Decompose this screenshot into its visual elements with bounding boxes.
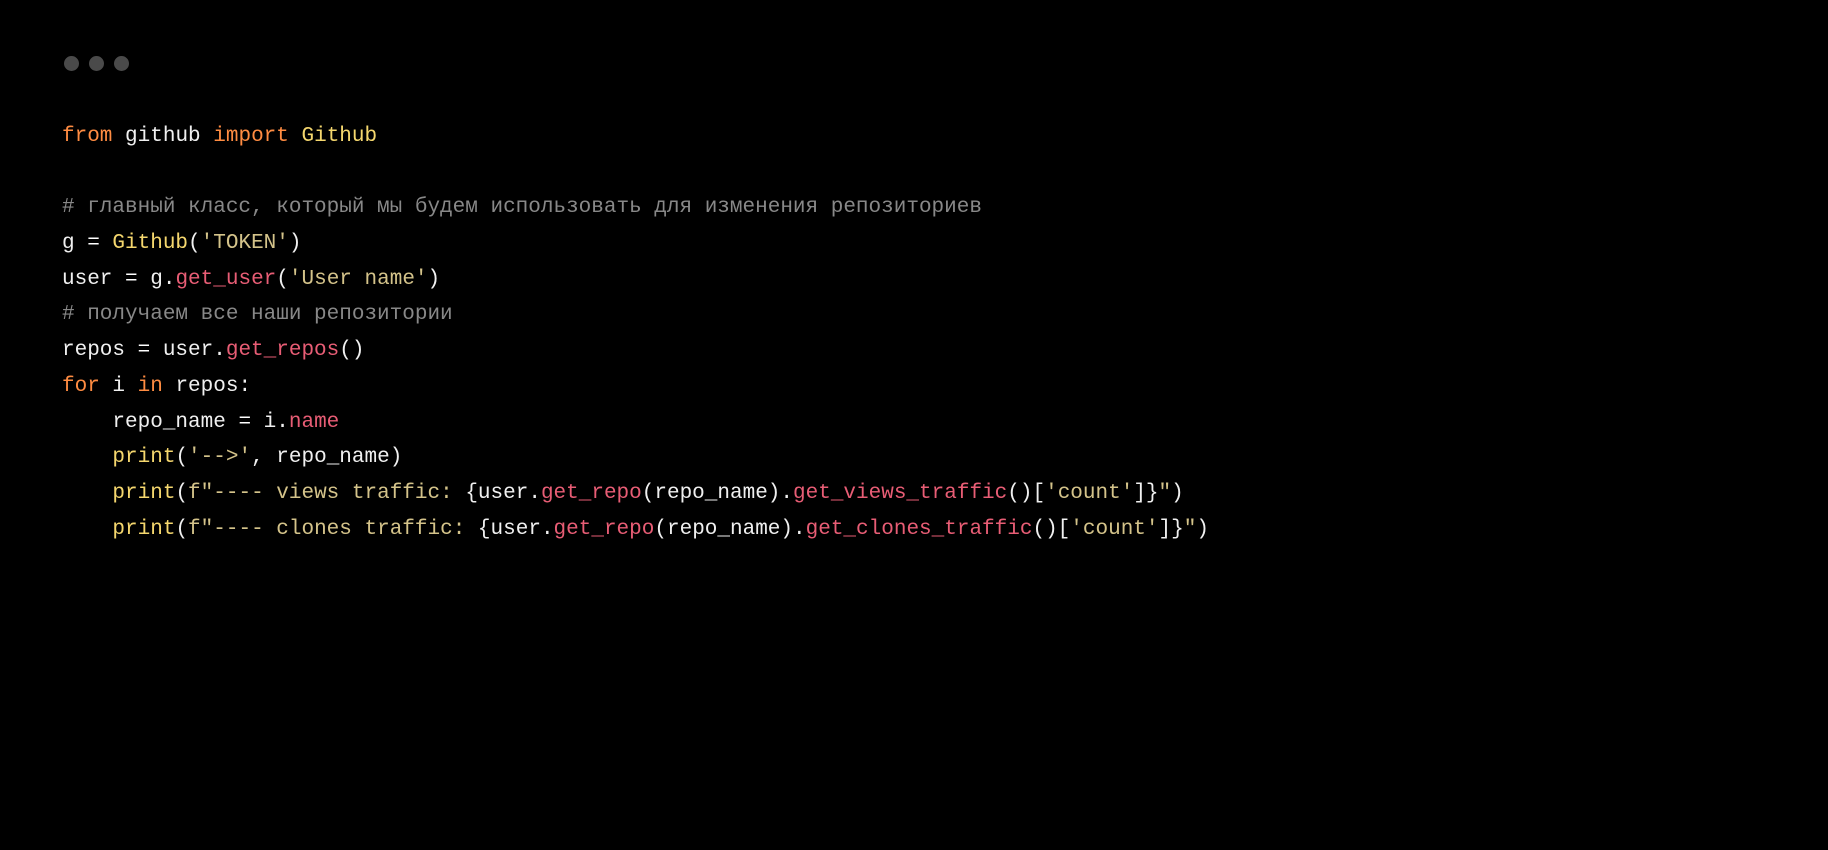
function-call: get_user (175, 268, 276, 291)
code-line: repo_name = i.name (62, 411, 339, 434)
code-line: # главный класс, который мы будем исполь… (62, 196, 982, 219)
variable: repo_name (112, 411, 225, 434)
variable: user (62, 268, 112, 291)
code-line: g = Github('TOKEN') (62, 232, 302, 255)
function-call: get_repo (554, 518, 655, 541)
class-name: Github (302, 125, 378, 148)
keyword-from: from (62, 125, 112, 148)
code-line: user = g.get_user('User name') (62, 268, 440, 291)
window-titlebar (64, 56, 1766, 71)
code-line: for i in repos: (62, 375, 251, 398)
variable: repos (62, 339, 125, 362)
blank-line (62, 161, 75, 184)
string-literal: TOKEN (213, 232, 276, 255)
class-name: Github (112, 232, 188, 255)
keyword-for: for (62, 375, 100, 398)
code-line: print(f"---- views traffic: {user.get_re… (62, 482, 1184, 505)
function-call: get_clones_traffic (806, 518, 1033, 541)
code-block: from github import Github # главный клас… (62, 119, 1766, 547)
traffic-light-maximize-icon[interactable] (114, 56, 129, 71)
traffic-light-close-icon[interactable] (64, 56, 79, 71)
code-line: from github import Github (62, 125, 377, 148)
editor-window: from github import Github # главный клас… (0, 0, 1828, 850)
string-literal: count (1058, 482, 1121, 505)
fstring-text: ---- views traffic: (213, 482, 465, 505)
code-line: print('-->', repo_name) (62, 446, 402, 469)
keyword-in: in (138, 375, 163, 398)
builtin-print: print (112, 518, 175, 541)
function-call: get_views_traffic (793, 482, 1007, 505)
string-literal: User name (302, 268, 415, 291)
traffic-light-minimize-icon[interactable] (89, 56, 104, 71)
attribute: name (289, 411, 339, 434)
keyword-import: import (213, 125, 289, 148)
builtin-print: print (112, 446, 175, 469)
builtin-print: print (112, 482, 175, 505)
variable: g (62, 232, 75, 255)
fstring-text: ---- clones traffic: (213, 518, 478, 541)
string-literal: --> (201, 446, 239, 469)
comment: # получаем все наши репозитории (62, 303, 453, 326)
comment: # главный класс, который мы будем исполь… (62, 196, 982, 219)
code-line: print(f"---- clones traffic: {user.get_r… (62, 518, 1209, 541)
module-name: github (125, 125, 201, 148)
code-line: repos = user.get_repos() (62, 339, 364, 362)
code-line: # получаем все наши репозитории (62, 303, 453, 326)
function-call: get_repo (541, 482, 642, 505)
function-call: get_repos (226, 339, 339, 362)
string-literal: count (1083, 518, 1146, 541)
